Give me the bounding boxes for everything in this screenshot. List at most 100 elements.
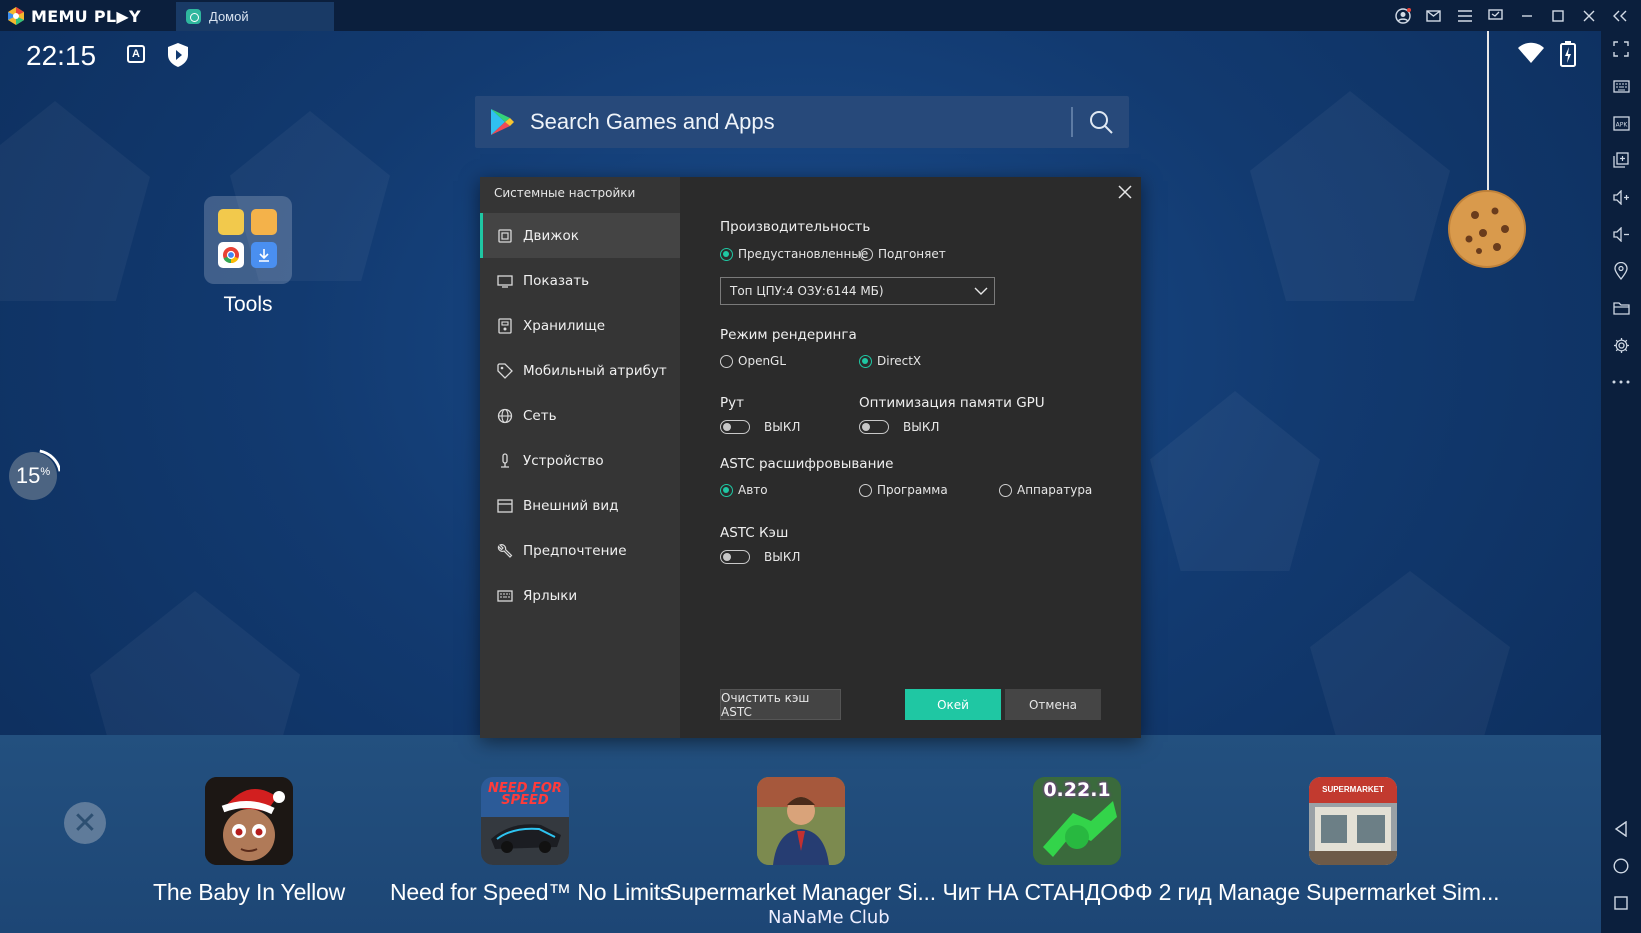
cookie-icon[interactable] bbox=[1447, 189, 1527, 269]
folder-icon[interactable] bbox=[1611, 298, 1631, 318]
tools-folder-label: Tools bbox=[223, 293, 273, 316]
toggle-state: ВЫКЛ bbox=[764, 420, 801, 434]
menu-item-label: Хранилище bbox=[523, 317, 606, 334]
android-screen: 22:15 A Search Games and Apps Tools 15 %… bbox=[0, 31, 1601, 933]
close-dialog-icon[interactable] bbox=[1117, 184, 1133, 200]
back-icon[interactable] bbox=[1611, 819, 1631, 839]
title-bar: MEMU PL▶Y Домой bbox=[0, 0, 1641, 31]
gpu-memory-label: Оптимизация памяти GPU bbox=[859, 395, 1045, 411]
menu-item-mobile-attribute[interactable]: Мобильный атрибут bbox=[480, 348, 680, 393]
globe-icon bbox=[497, 408, 513, 424]
tag-icon bbox=[497, 362, 513, 379]
menu-item-shortcuts[interactable]: Ярлыки bbox=[480, 573, 680, 618]
cancel-button[interactable]: Отмена bbox=[1005, 689, 1101, 720]
app-supermarket-manager[interactable]: Supermarket Manager Si... bbox=[666, 777, 936, 906]
maximize-icon[interactable] bbox=[1548, 6, 1567, 25]
radio-indicator bbox=[720, 354, 733, 368]
app-the-baby-in-yellow[interactable]: The Baby In Yellow bbox=[114, 777, 384, 906]
menu-item-storage[interactable]: Хранилище bbox=[480, 303, 680, 348]
search-icon[interactable] bbox=[1088, 109, 1114, 135]
app-name: Manage Supermarket Sim... bbox=[1218, 879, 1500, 905]
toggle-state: ВЫКЛ bbox=[764, 550, 801, 564]
menu-item-preferences[interactable]: Предпочтение bbox=[480, 528, 680, 573]
need-for-speed-app-icon: NEED FOR SPEED bbox=[481, 777, 569, 865]
close-icon[interactable]: ✕ bbox=[64, 802, 106, 844]
astc-cache-toggle[interactable]: ВЫКЛ bbox=[720, 550, 800, 564]
astc-auto-radio[interactable]: Авто bbox=[720, 483, 768, 497]
search-input[interactable]: Search Games and Apps bbox=[530, 109, 775, 135]
radio-indicator bbox=[720, 247, 733, 261]
minimize-icon[interactable] bbox=[1517, 6, 1536, 25]
gpu-memory-toggle[interactable]: ВЫКЛ bbox=[859, 420, 939, 434]
play-store-icon bbox=[491, 109, 514, 135]
file-manager-app-icon bbox=[251, 209, 277, 235]
multi-instance-icon[interactable] bbox=[1611, 150, 1631, 170]
location-icon[interactable] bbox=[1611, 261, 1631, 281]
astc-cache-label: ASTC Кэш bbox=[720, 525, 789, 541]
app-manage-supermarket[interactable]: SUPERMARKET Manage Supermarket Sim... bbox=[1218, 777, 1500, 906]
radio-indicator bbox=[859, 354, 872, 368]
menu-item-label: Показать bbox=[523, 272, 590, 289]
performance-custom-radio[interactable]: Подгоняет bbox=[860, 247, 946, 261]
app-standoff-guide[interactable]: 0.22.1 Чит НА СТАНДОФФ 2 гид bbox=[942, 777, 1212, 906]
radio-label: Подгоняет bbox=[878, 247, 946, 261]
astc-hardware-radio[interactable]: Аппаратура bbox=[999, 483, 1092, 497]
bg-shape bbox=[0, 101, 150, 301]
radio-label: OpenGL bbox=[738, 354, 787, 368]
supermarket-manager-app-icon bbox=[757, 777, 845, 865]
menu-item-device[interactable]: Устройство bbox=[480, 438, 680, 483]
tips-app-icon bbox=[218, 209, 244, 235]
volume-up-icon[interactable] bbox=[1611, 187, 1631, 207]
menu-icon[interactable] bbox=[1455, 6, 1474, 25]
settings-gear-icon[interactable] bbox=[1611, 335, 1631, 355]
performance-select[interactable]: Топ ЦПУ:4 ОЗУ:6144 МБ) bbox=[720, 277, 995, 305]
root-toggle[interactable]: ВЫКЛ bbox=[720, 420, 800, 434]
menu-item-label: Движок bbox=[523, 227, 579, 244]
nfs-icon-text: NEED FOR SPEED bbox=[488, 781, 562, 808]
baby-in-yellow-app-icon bbox=[205, 777, 293, 865]
downloads-app-icon bbox=[251, 242, 277, 268]
render-directx-radio[interactable]: DirectX bbox=[859, 354, 921, 368]
tools-folder[interactable] bbox=[204, 196, 292, 284]
collapse-sidebar-icon[interactable] bbox=[1610, 6, 1629, 25]
astc-software-radio[interactable]: Программа bbox=[859, 483, 948, 497]
radio-indicator bbox=[999, 483, 1012, 497]
app-name: Чит НА СТАНДОФФ 2 гид bbox=[942, 879, 1212, 905]
performance-preset-radio[interactable]: Предустановленные bbox=[720, 247, 868, 261]
radio-label: Аппаратура bbox=[1017, 483, 1093, 497]
settings-sidebar: Системные настройки Движок Показать Хран… bbox=[480, 177, 680, 738]
home-tab-icon bbox=[186, 9, 201, 24]
close-window-icon[interactable] bbox=[1579, 6, 1598, 25]
menu-item-appearance[interactable]: Внешний вид bbox=[480, 483, 680, 528]
window-icon bbox=[497, 498, 513, 514]
more-icon[interactable] bbox=[1611, 372, 1631, 392]
memu-logo-icon bbox=[8, 7, 24, 25]
menu-item-network[interactable]: Сеть bbox=[480, 393, 680, 438]
account-icon[interactable] bbox=[1393, 6, 1412, 25]
manage-supermarket-app-icon: SUPERMARKET bbox=[1309, 777, 1397, 865]
mail-icon[interactable] bbox=[1424, 6, 1443, 25]
brand: MEMU PL▶Y bbox=[6, 6, 141, 26]
dialog-title: Системные настройки bbox=[494, 186, 636, 200]
app-need-for-speed[interactable]: NEED FOR SPEED Need for Speed™ No Limits bbox=[390, 777, 672, 906]
ok-button[interactable]: Окей bbox=[905, 689, 1001, 720]
render-opengl-radio[interactable]: OpenGL bbox=[720, 354, 786, 368]
keyboard-mapping-icon[interactable] bbox=[1611, 76, 1631, 96]
clear-astc-cache-button[interactable]: Очистить кэш ASTC bbox=[720, 689, 841, 720]
radio-label: Программа bbox=[877, 483, 948, 497]
recent-apps-icon[interactable] bbox=[1611, 893, 1631, 913]
menu-item-engine[interactable]: Движок bbox=[480, 213, 680, 258]
home-icon[interactable] bbox=[1611, 856, 1631, 876]
keyboard-icon bbox=[497, 588, 513, 604]
tab-home[interactable]: Домой bbox=[176, 2, 334, 31]
shield-icon bbox=[168, 43, 188, 67]
app-dock: ✕ The Baby In Yellow NEED FOR SPEED Need… bbox=[0, 735, 1601, 933]
menu-item-display[interactable]: Показать bbox=[480, 258, 680, 303]
search-bar[interactable]: Search Games and Apps bbox=[475, 96, 1129, 148]
bg-shape bbox=[1150, 391, 1320, 571]
cast-icon[interactable] bbox=[1486, 6, 1505, 25]
apk-install-icon[interactable]: APK bbox=[1611, 113, 1631, 133]
fullscreen-icon[interactable] bbox=[1611, 39, 1631, 59]
chrome-app-icon bbox=[218, 242, 244, 268]
volume-down-icon[interactable] bbox=[1611, 224, 1631, 244]
